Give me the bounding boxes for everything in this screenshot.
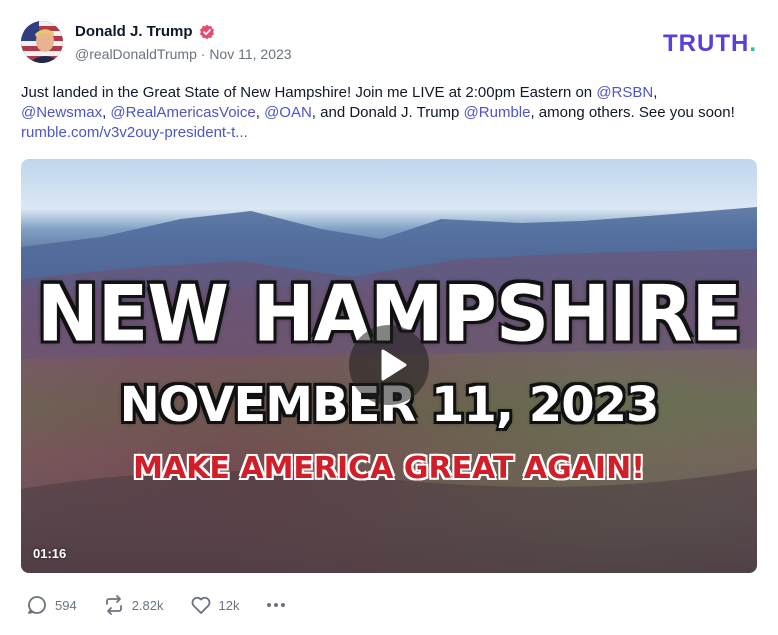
like-count: 12k — [218, 597, 240, 613]
comment-icon — [28, 596, 46, 614]
reply-count: 594 — [55, 597, 77, 613]
post-text-part: , and Donald J. Trump — [311, 104, 464, 121]
mention-realamericasvoice[interactable]: @RealAmericasVoice — [110, 104, 255, 121]
brand-text: TRUTH — [663, 30, 750, 57]
video-player[interactable]: NEW HAMPSHIRE NOVEMBER 11, 2023 MAKE AME… — [21, 159, 757, 573]
author-name[interactable]: Donald J. Trump — [75, 23, 193, 40]
repost-icon — [105, 595, 122, 615]
post-date[interactable]: Nov 11, 2023 — [209, 46, 291, 62]
mention-rsbn[interactable]: @RSBN — [596, 84, 653, 101]
mention-rumble[interactable]: @Rumble — [464, 104, 531, 121]
verified-badge-icon — [199, 24, 215, 40]
mention-newsmax[interactable]: @Newsmax — [21, 104, 102, 121]
more-icon — [267, 603, 286, 607]
author-handle[interactable]: @realDonaldTrump — [75, 46, 197, 62]
video-title-line-3: MAKE AMERICA GREAT AGAIN! — [133, 451, 645, 486]
rumble-link[interactable]: rumble.com/v3v2ouy-president-t... — [21, 124, 248, 141]
post-text-part: , among others. See you soon! — [530, 104, 735, 121]
mention-oan[interactable]: @OAN — [264, 104, 312, 121]
post-meta: @realDonaldTrump · Nov 11, 2023 — [75, 46, 292, 62]
post-actions: 594 2.82k 12k — [26, 594, 287, 616]
reply-button[interactable]: 594 — [26, 594, 77, 616]
truth-logo[interactable]: TRUTH. — [663, 30, 757, 58]
heart-icon — [191, 596, 210, 614]
like-button[interactable]: 12k — [190, 594, 240, 616]
retruth-count: 2.82k — [131, 597, 164, 613]
post-text-sep: , — [653, 84, 658, 101]
avatar[interactable] — [21, 21, 63, 63]
brand-dot: . — [749, 30, 757, 57]
post-text-sep: , — [255, 104, 265, 121]
post-text-part: Just landed in the Great State of New Ha… — [21, 84, 597, 101]
post-text: Just landed in the Great State of New Ha… — [21, 83, 761, 143]
more-options-button[interactable] — [265, 594, 287, 616]
play-button[interactable] — [349, 325, 429, 405]
play-icon — [381, 349, 407, 381]
video-duration: 01:16 — [33, 546, 67, 561]
retruth-button[interactable]: 2.82k — [103, 594, 164, 616]
